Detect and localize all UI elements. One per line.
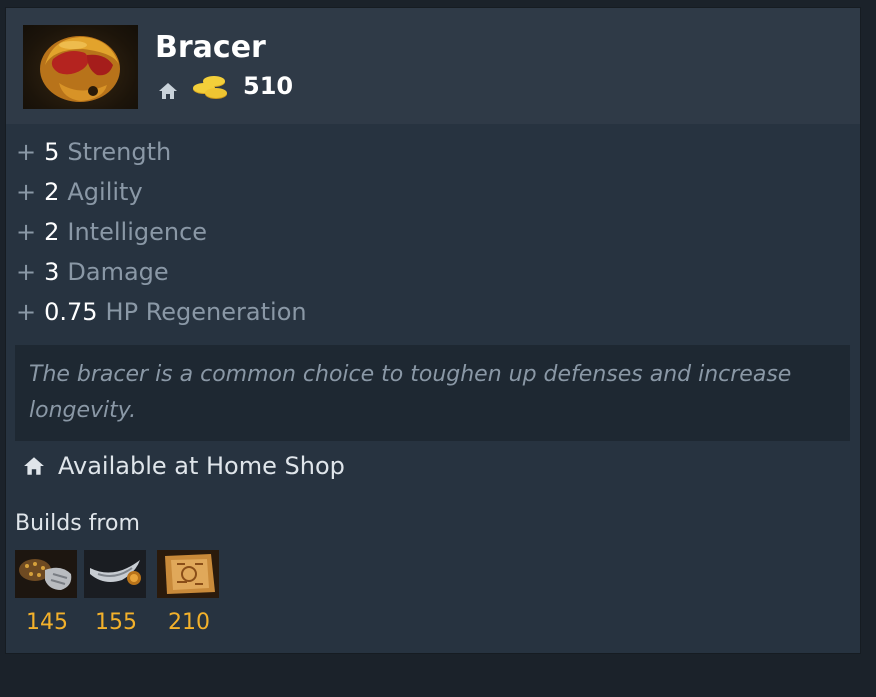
component-item[interactable]: 145 bbox=[15, 550, 79, 635]
component-price: 155 bbox=[95, 610, 137, 635]
component-price: 210 bbox=[168, 610, 210, 635]
home-icon bbox=[158, 81, 178, 101]
item-cost: 510 bbox=[243, 72, 294, 100]
circlet-icon bbox=[84, 550, 146, 598]
bracer-helmet-icon bbox=[23, 25, 138, 109]
plus-sign: + bbox=[16, 178, 37, 206]
attribute-value: 0.75 bbox=[44, 298, 98, 326]
builds-from-title: Builds from bbox=[15, 511, 140, 536]
recipe-scroll-icon bbox=[157, 550, 219, 598]
component-item[interactable]: 155 bbox=[84, 550, 148, 635]
item-name: Bracer bbox=[155, 30, 266, 65]
attribute-row: +2 Agility bbox=[16, 172, 307, 212]
home-icon bbox=[23, 455, 45, 477]
item-tooltip: Bracer 510 +5 Strength +2 Agility +2 Int… bbox=[6, 8, 860, 653]
lore-text: The bracer is a common choice to toughen… bbox=[15, 345, 850, 441]
availability-text: Available at Home Shop bbox=[58, 452, 345, 480]
attribute-value: 2 bbox=[44, 178, 60, 206]
component-price: 145 bbox=[26, 610, 68, 635]
gauntlets-icon bbox=[15, 550, 77, 598]
attribute-list: +5 Strength +2 Agility +2 Intelligence +3 Da… bbox=[16, 132, 307, 332]
shop-availability: Available at Home Shop bbox=[23, 452, 345, 480]
item-header: Bracer 510 bbox=[6, 8, 860, 124]
gold-coins-icon bbox=[192, 74, 230, 100]
attribute-value: 5 bbox=[44, 138, 60, 166]
plus-sign: + bbox=[16, 258, 37, 286]
attribute-row: +5 Strength bbox=[16, 132, 307, 172]
component-item[interactable]: 210 bbox=[157, 550, 221, 635]
attribute-label: Strength bbox=[67, 138, 172, 166]
attribute-row: +2 Intelligence bbox=[16, 212, 307, 252]
attribute-label: Damage bbox=[67, 258, 169, 286]
attribute-value: 2 bbox=[44, 218, 60, 246]
plus-sign: + bbox=[16, 298, 37, 326]
attribute-label: Intelligence bbox=[67, 218, 208, 246]
attribute-label: HP Regeneration bbox=[105, 298, 307, 326]
plus-sign: + bbox=[16, 218, 37, 246]
attribute-row: +3 Damage bbox=[16, 252, 307, 292]
attribute-row: +0.75 HP Regeneration bbox=[16, 292, 307, 332]
attribute-value: 3 bbox=[44, 258, 60, 286]
attribute-label: Agility bbox=[67, 178, 143, 206]
plus-sign: + bbox=[16, 138, 37, 166]
